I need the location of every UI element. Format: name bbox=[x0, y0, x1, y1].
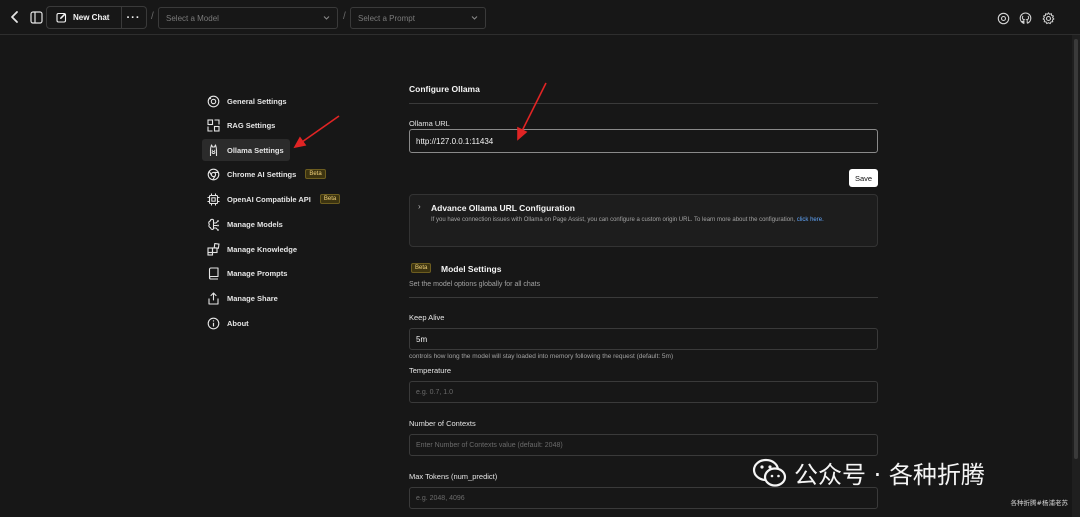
chip-icon bbox=[207, 193, 220, 205]
wechat-icon bbox=[752, 458, 787, 487]
sidebar-item-label: Ollama Settings bbox=[227, 145, 284, 155]
sidebar-item-chrome-ai-settings[interactable]: Chrome AI Settings Beta bbox=[206, 163, 332, 185]
sidebar-item-manage-prompts[interactable]: Manage Prompts bbox=[206, 262, 293, 284]
keep-alive-label: Keep Alive bbox=[409, 313, 445, 322]
scan-icon bbox=[207, 118, 220, 132]
sidebar-item-label: Manage Knowledge bbox=[227, 244, 298, 254]
model-select-placeholder: Select a Model bbox=[166, 13, 219, 23]
chevron-down-icon bbox=[471, 16, 478, 20]
sidebar-item-label: About bbox=[227, 318, 249, 328]
max-tokens-input[interactable]: e.g. 2048, 4096 bbox=[409, 487, 878, 509]
advanced-config-description: If you have connection issues with Ollam… bbox=[431, 217, 824, 223]
new-chat-icon bbox=[56, 12, 67, 23]
breadcrumb-separator: / bbox=[343, 11, 346, 22]
blocks-icon bbox=[207, 242, 220, 256]
divider bbox=[409, 103, 878, 104]
gear-icon[interactable] bbox=[1040, 10, 1056, 26]
max-tokens-label: Max Tokens (num_predict) bbox=[409, 472, 498, 481]
sidebar-item-manage-share[interactable]: Manage Share bbox=[206, 287, 284, 309]
prompt-select-placeholder: Select a Prompt bbox=[358, 13, 415, 23]
top-bar: New Chat ··· / Select a Model / Select a… bbox=[0, 0, 1080, 35]
advanced-url-config-panel[interactable]: › Advance Ollama URL Configuration If yo… bbox=[409, 194, 878, 247]
beta-badge: Beta bbox=[305, 169, 326, 179]
new-chat-button[interactable]: New Chat bbox=[46, 6, 122, 29]
sidebar-item-ollama-settings[interactable]: Ollama Settings bbox=[202, 139, 290, 161]
share-icon bbox=[208, 291, 219, 305]
sidebar-item-label: Manage Models bbox=[227, 219, 283, 229]
sidebar-item-label: Manage Share bbox=[227, 293, 278, 303]
annotation-arrow bbox=[293, 115, 340, 149]
model-settings-title: Model Settings bbox=[441, 264, 502, 274]
more-options-icon: ··· bbox=[126, 11, 141, 24]
breadcrumb-separator: / bbox=[151, 11, 154, 22]
sidebar-item-rag-settings[interactable]: RAG Settings bbox=[206, 114, 281, 136]
sidebar-item-about[interactable]: About bbox=[206, 312, 255, 334]
ollama-icon bbox=[209, 143, 218, 156]
scrollbar[interactable] bbox=[1072, 35, 1080, 517]
brain-icon bbox=[208, 218, 219, 231]
orbit-icon bbox=[207, 95, 220, 107]
page-title: Configure Ollama bbox=[409, 84, 480, 94]
model-settings-subtitle: Set the model options globally for all c… bbox=[409, 281, 541, 288]
sidebar-item-manage-knowledge[interactable]: Manage Knowledge bbox=[206, 238, 303, 260]
scrollbar-thumb[interactable] bbox=[1074, 39, 1078, 459]
ollama-url-value: http://127.0.0.1:11434 bbox=[416, 136, 494, 146]
back-icon[interactable] bbox=[8, 9, 22, 25]
sidebar-item-label: OpenAI Compatible API bbox=[227, 194, 311, 204]
model-select[interactable]: Select a Model bbox=[158, 7, 338, 29]
temperature-label: Temperature bbox=[409, 366, 452, 375]
contexts-label: Number of Contexts bbox=[409, 419, 476, 428]
beta-badge: Beta bbox=[319, 194, 341, 204]
chevron-down-icon bbox=[323, 16, 330, 20]
advanced-config-title: Advance Ollama URL Configuration bbox=[431, 203, 575, 213]
new-chat-label: New Chat bbox=[73, 13, 110, 22]
contexts-placeholder: Enter Number of Contexts value (default:… bbox=[416, 441, 563, 449]
divider bbox=[409, 297, 878, 298]
sidebar-toggle-icon[interactable] bbox=[28, 9, 44, 25]
more-options-button[interactable]: ··· bbox=[121, 6, 147, 29]
sidebar-item-manage-models[interactable]: Manage Models bbox=[206, 213, 289, 235]
save-button[interactable]: Save bbox=[849, 169, 878, 187]
click-here-link[interactable]: click here. bbox=[797, 217, 824, 223]
temperature-input[interactable]: e.g. 0.7, 1.0 bbox=[409, 381, 878, 403]
sidebar-item-label: Manage Prompts bbox=[227, 268, 288, 278]
keep-alive-input[interactable]: 5m bbox=[409, 328, 878, 350]
sidebar-item-label: General Settings bbox=[227, 96, 287, 106]
contexts-input[interactable]: Enter Number of Contexts value (default:… bbox=[409, 434, 878, 456]
chevron-right-icon: › bbox=[418, 202, 421, 211]
temperature-placeholder: e.g. 0.7, 1.0 bbox=[416, 388, 453, 396]
keep-alive-help: controls how long the model will stay lo… bbox=[409, 353, 674, 360]
sidebar-item-general-settings[interactable]: General Settings bbox=[206, 90, 293, 112]
sidebar-item-label: RAG Settings bbox=[227, 120, 276, 130]
info-icon bbox=[207, 317, 220, 329]
settings-icon[interactable] bbox=[995, 10, 1011, 26]
sidebar-item-openai-compatible-api[interactable]: OpenAI Compatible API Beta bbox=[206, 188, 346, 210]
watermark-text: 公众号 · 各种折腾 bbox=[794, 461, 985, 489]
keep-alive-value: 5m bbox=[416, 334, 428, 344]
beta-badge: Beta bbox=[411, 263, 432, 273]
prompt-select[interactable]: Select a Prompt bbox=[350, 7, 486, 29]
watermark-subtext: 各种折腾#杨浦老苏 bbox=[1010, 499, 1068, 507]
book-icon bbox=[208, 266, 219, 280]
ollama-url-label: Ollama URL bbox=[409, 119, 450, 128]
watermark: 公众号 · 各种折腾 bbox=[752, 455, 985, 490]
max-tokens-placeholder: e.g. 2048, 4096 bbox=[416, 494, 465, 502]
github-icon[interactable] bbox=[1017, 10, 1033, 26]
sidebar-item-label: Chrome AI Settings bbox=[227, 169, 297, 179]
chrome-icon bbox=[207, 168, 220, 180]
ollama-url-input[interactable]: http://127.0.0.1:11434 bbox=[409, 129, 878, 153]
